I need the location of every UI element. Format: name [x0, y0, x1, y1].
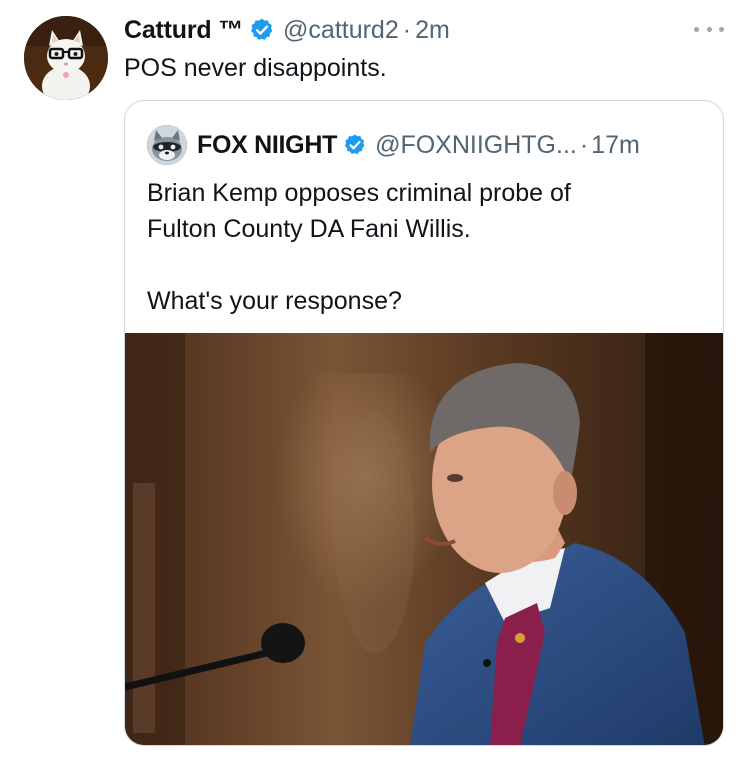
- quoted-text-line: Brian Kemp opposes criminal probe of: [147, 179, 571, 207]
- raccoon-avatar-image: [147, 125, 187, 165]
- author-name[interactable]: Catturd ™: [124, 16, 243, 45]
- quoted-text-line: What's your response?: [147, 287, 402, 315]
- quoted-tweet-photo[interactable]: [125, 333, 723, 745]
- separator-dot: ·: [402, 15, 412, 44]
- verified-badge-icon: [251, 18, 273, 40]
- tweet-text: POS never disappoints.: [124, 54, 387, 82]
- more-options-icon[interactable]: [694, 22, 724, 36]
- author-handle[interactable]: @catturd2: [283, 16, 399, 45]
- verified-badge-icon: [344, 134, 365, 155]
- author-avatar[interactable]: [24, 16, 108, 100]
- quoted-author-name[interactable]: FOX NIIGHT: [197, 131, 337, 160]
- quoted-author-handle[interactable]: @FOXNIIGHTG...: [375, 131, 577, 160]
- quoted-author-avatar[interactable]: [147, 125, 187, 165]
- tweet-header: Catturd ™ @catturd2 · 2m: [124, 14, 450, 46]
- quoted-tweet-card[interactable]: FOX NIIGHT @FOXNIIGHTG... · 17m Brian Ke…: [124, 100, 724, 746]
- quoted-text-line: Fulton County DA Fani Willis.: [147, 215, 471, 243]
- separator-dot: ·: [579, 130, 589, 159]
- quoted-tweet-text: Brian Kemp opposes criminal probe of Ful…: [147, 175, 707, 319]
- quoted-timestamp[interactable]: 17m: [591, 131, 640, 160]
- timestamp[interactable]: 2m: [415, 16, 450, 45]
- quoted-tweet-header: FOX NIIGHT @FOXNIIGHTG... · 17m: [147, 125, 640, 165]
- cat-avatar-image: [24, 16, 108, 100]
- speaker-at-podium-photo: [125, 333, 723, 745]
- tweet[interactable]: Catturd ™ @catturd2 · 2m POS never disap…: [0, 0, 750, 757]
